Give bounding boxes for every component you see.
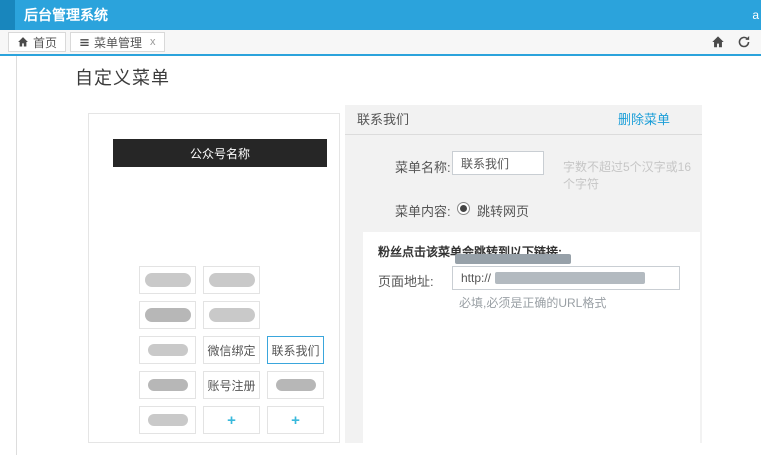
add-menu-button[interactable]: + [203, 406, 260, 434]
link-box: 粉丝点击该菜单会跳转到以下链接: 页面地址: http:// 必填,必须是正确的… [363, 232, 700, 443]
page-address-label: 页面地址: [378, 274, 434, 289]
redacted-text [455, 254, 571, 264]
collapsed-sidebar[interactable] [0, 56, 17, 455]
jump-webpage-radio[interactable] [457, 202, 470, 215]
radio-dot [460, 205, 467, 212]
menu-item-redacted[interactable] [203, 301, 260, 329]
app-header: 后台管理系统 a [0, 0, 761, 30]
redacted-url [495, 272, 646, 284]
menu-item-redacted[interactable] [139, 301, 196, 329]
close-icon[interactable]: x [150, 36, 156, 48]
menu-item-account-register[interactable]: 账号注册 [203, 371, 260, 399]
home-icon[interactable] [711, 35, 725, 49]
url-prefix: http:// [461, 271, 492, 285]
menu-item-contact-us[interactable]: 联系我们 [267, 336, 324, 364]
menu-item-redacted[interactable] [139, 336, 196, 364]
tab-home[interactable]: 首页 [8, 32, 67, 52]
redacted-text [147, 379, 188, 391]
tab-bar: 首页 菜单管理 x [0, 30, 761, 56]
menu-item-redacted[interactable] [139, 266, 196, 294]
refresh-icon[interactable] [737, 35, 751, 49]
jump-webpage-label: 跳转网页 [477, 204, 530, 219]
list-icon [79, 37, 90, 48]
page-title: 自定义菜单 [75, 68, 170, 88]
user-menu[interactable]: a [752, 0, 759, 30]
redacted-text [147, 344, 188, 356]
menu-item-redacted[interactable] [203, 266, 260, 294]
tab-label: 菜单管理 [94, 35, 143, 50]
tab-menu-management[interactable]: 菜单管理 x [70, 32, 165, 52]
logo-square [0, 0, 15, 30]
add-submenu-button[interactable]: + [267, 406, 324, 434]
menu-grid: 微信绑定 联系我们 账号注册 + + [139, 266, 324, 434]
menu-name-hint: 字数不超过5个汉字或16个字符 [563, 160, 692, 191]
redacted-text [208, 308, 255, 322]
main-content: 自定义菜单 公众号名称 微信绑定 联系我们 账号注册 + + 联系我们 删除菜单… [18, 56, 761, 455]
delete-menu-link[interactable]: 删除菜单 [618, 105, 670, 135]
redacted-text [275, 379, 316, 391]
menu-content-label: 菜单内容: [395, 204, 451, 219]
account-name-header: 公众号名称 [113, 139, 327, 167]
redacted-text [144, 273, 191, 287]
page-address-hint: 必填,必须是正确的URL格式 [459, 296, 607, 310]
menu-item-redacted[interactable] [139, 406, 196, 434]
menu-item-redacted[interactable] [139, 371, 196, 399]
home-icon [17, 36, 29, 48]
redacted-text [147, 414, 188, 426]
menu-name-input[interactable] [452, 151, 544, 175]
detail-header: 联系我们 删除菜单 [345, 105, 702, 135]
menu-preview-panel: 公众号名称 微信绑定 联系我们 账号注册 + + [88, 113, 340, 443]
menu-item-wechat-bind[interactable]: 微信绑定 [203, 336, 260, 364]
app-title: 后台管理系统 [24, 7, 108, 23]
menu-name-label: 菜单名称: [395, 160, 451, 175]
menu-grid-empty [267, 266, 324, 294]
menu-item-redacted[interactable] [267, 371, 324, 399]
redacted-text [144, 308, 191, 322]
tab-actions [711, 30, 751, 54]
page-address-input[interactable]: http:// [452, 266, 680, 290]
menu-detail-panel: 联系我们 删除菜单 菜单名称: 字数不超过5个汉字或16个字符 菜单内容: 跳转… [345, 105, 702, 443]
tab-label: 首页 [33, 35, 58, 50]
detail-title: 联系我们 [357, 112, 410, 127]
menu-grid-empty [267, 301, 324, 329]
redacted-text [208, 273, 255, 287]
